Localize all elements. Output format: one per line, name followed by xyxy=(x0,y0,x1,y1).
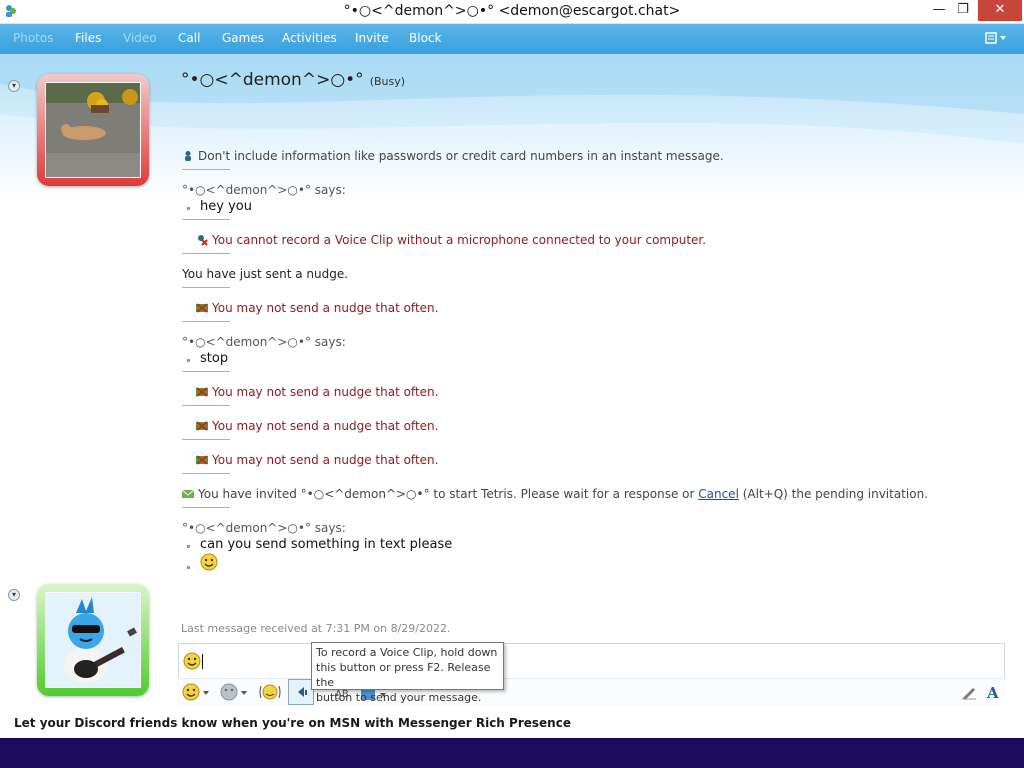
voice-clip-tooltip: To record a Voice Clip, hold down this b… xyxy=(311,642,504,704)
contact-avatar xyxy=(45,82,141,178)
tooltip-line: To record a Voice Clip, hold down xyxy=(316,646,498,659)
winks-button[interactable] xyxy=(220,683,248,704)
nudge-error-icon xyxy=(196,421,208,431)
nudge-error-icon xyxy=(196,303,208,313)
message: can you send something in text please xyxy=(182,537,452,552)
menu-icon xyxy=(985,32,1006,44)
contact-header: °•○<^demon^>○•° (Busy) xyxy=(181,70,405,90)
text-cursor xyxy=(202,654,203,669)
separator xyxy=(182,405,230,406)
own-avatar-frame[interactable] xyxy=(37,584,149,696)
cat-photo-image xyxy=(46,83,140,177)
game-invite-text: You have invited °•○<^demon^>○•° to star… xyxy=(198,487,699,501)
cancel-invitation-link[interactable]: Cancel xyxy=(698,487,739,501)
nudge-error-icon xyxy=(196,387,208,397)
privacy-warning: Don't include information like passwords… xyxy=(182,149,724,163)
smiley-icon xyxy=(200,553,218,571)
nudge-error: You may not send a nudge that often. xyxy=(196,419,438,433)
separator xyxy=(182,253,230,254)
last-message-timestamp: Last message received at 7:31 PM on 8/29… xyxy=(181,622,451,635)
show-menu-button[interactable] xyxy=(983,31,1011,47)
contact-name: °•○<^demon^>○•° xyxy=(181,70,364,90)
close-button[interactable]: ✕ xyxy=(978,0,1022,21)
font-icon[interactable]: A xyxy=(987,684,999,702)
game-invite-suffix: (Alt+Q) the pending invitation. xyxy=(738,487,928,501)
message-emoticon xyxy=(182,553,218,575)
tooltip-line: this button or press F2. Release the xyxy=(316,661,491,689)
maximize-button[interactable]: ❐ xyxy=(948,0,978,21)
own-avatar xyxy=(45,592,141,688)
toolbar-video[interactable]: Video xyxy=(123,31,157,45)
promo-banner[interactable]: Let your Discord friends know when you'r… xyxy=(14,716,571,730)
toolbar-activities[interactable]: Activities xyxy=(282,31,337,45)
separator xyxy=(182,507,230,508)
message-text: stop xyxy=(200,351,229,366)
message: hey you xyxy=(182,199,252,214)
nudge-error-text: You may not send a nudge that often. xyxy=(212,453,439,467)
separator xyxy=(182,473,230,474)
toolbar-games[interactable]: Games xyxy=(222,31,264,45)
title-bar: °•○<^demon^>○•° <demon@escargot.chat> — … xyxy=(0,0,1024,24)
nudge-error-text: You may not send a nudge that often. xyxy=(212,419,439,433)
separator xyxy=(182,321,230,322)
nudge-error: You may not send a nudge that often. xyxy=(196,301,438,315)
nudge-error: You may not send a nudge that often. xyxy=(196,453,438,467)
toolbar-block[interactable]: Block xyxy=(409,31,441,45)
voice-clip-error-text: You cannot record a Voice Clip without a… xyxy=(212,233,707,247)
handwriting-button[interactable] xyxy=(961,684,977,703)
microphone-error-icon xyxy=(198,235,208,246)
envelope-icon xyxy=(182,489,194,498)
contact-avatar-toggle[interactable]: ▾ xyxy=(8,80,20,92)
nudge-error-icon xyxy=(196,455,208,465)
nudge-error-text: You may not send a nudge that often. xyxy=(212,385,439,399)
header-wave-decoration xyxy=(0,54,1024,144)
contact-avatar-frame[interactable] xyxy=(37,74,149,186)
voice-clip-icon xyxy=(298,687,307,697)
nudge-sent-notice: You have just sent a nudge. xyxy=(182,267,349,281)
privacy-warning-text: Don't include information like passwords… xyxy=(198,149,724,163)
voice-clip-error: You cannot record a Voice Clip without a… xyxy=(196,233,706,247)
sender-line: °•○<^demon^>○•° says: xyxy=(182,183,346,197)
emoticon-button[interactable] xyxy=(182,683,210,704)
tooltip-line: button to send your message. xyxy=(316,691,482,704)
separator xyxy=(182,169,230,170)
smiley-icon xyxy=(182,683,209,701)
message-text: hey you xyxy=(200,199,252,214)
smiley-icon xyxy=(183,652,201,670)
nudge-error-text: You may not send a nudge that often. xyxy=(212,301,439,315)
nudge-icon xyxy=(259,684,281,700)
nudge-button[interactable] xyxy=(258,683,282,704)
toolbar-files[interactable]: Files xyxy=(75,31,101,45)
contact-status: (Busy) xyxy=(369,75,406,88)
toolbar-photos[interactable]: Photos xyxy=(13,31,53,45)
sender-line: °•○<^demon^>○•° says: xyxy=(182,335,346,349)
action-toolbar: Photos Files Video Call Games Activities… xyxy=(0,24,1024,54)
toolbar-invite[interactable]: Invite xyxy=(355,31,389,45)
own-avatar-toggle[interactable]: ▾ xyxy=(8,589,20,601)
separator xyxy=(182,287,230,288)
separator xyxy=(182,371,230,372)
message: stop xyxy=(182,351,228,366)
nudge-error: You may not send a nudge that often. xyxy=(196,385,438,399)
sender-line: °•○<^demon^>○•° says: xyxy=(182,521,346,535)
separator xyxy=(182,219,230,220)
pen-icon xyxy=(962,688,976,700)
toolbar-call[interactable]: Call xyxy=(178,31,200,45)
taskbar xyxy=(0,738,1024,768)
guitar-buddy-image xyxy=(46,593,140,687)
message-text: can you send something in text please xyxy=(200,537,453,552)
person-warning-icon xyxy=(185,151,191,161)
window-title: °•○<^demon^>○•° <demon@escargot.chat> xyxy=(343,3,681,19)
winks-icon xyxy=(220,683,247,701)
game-invite-notice: You have invited °•○<^demon^>○•° to star… xyxy=(182,487,928,501)
separator xyxy=(182,439,230,440)
